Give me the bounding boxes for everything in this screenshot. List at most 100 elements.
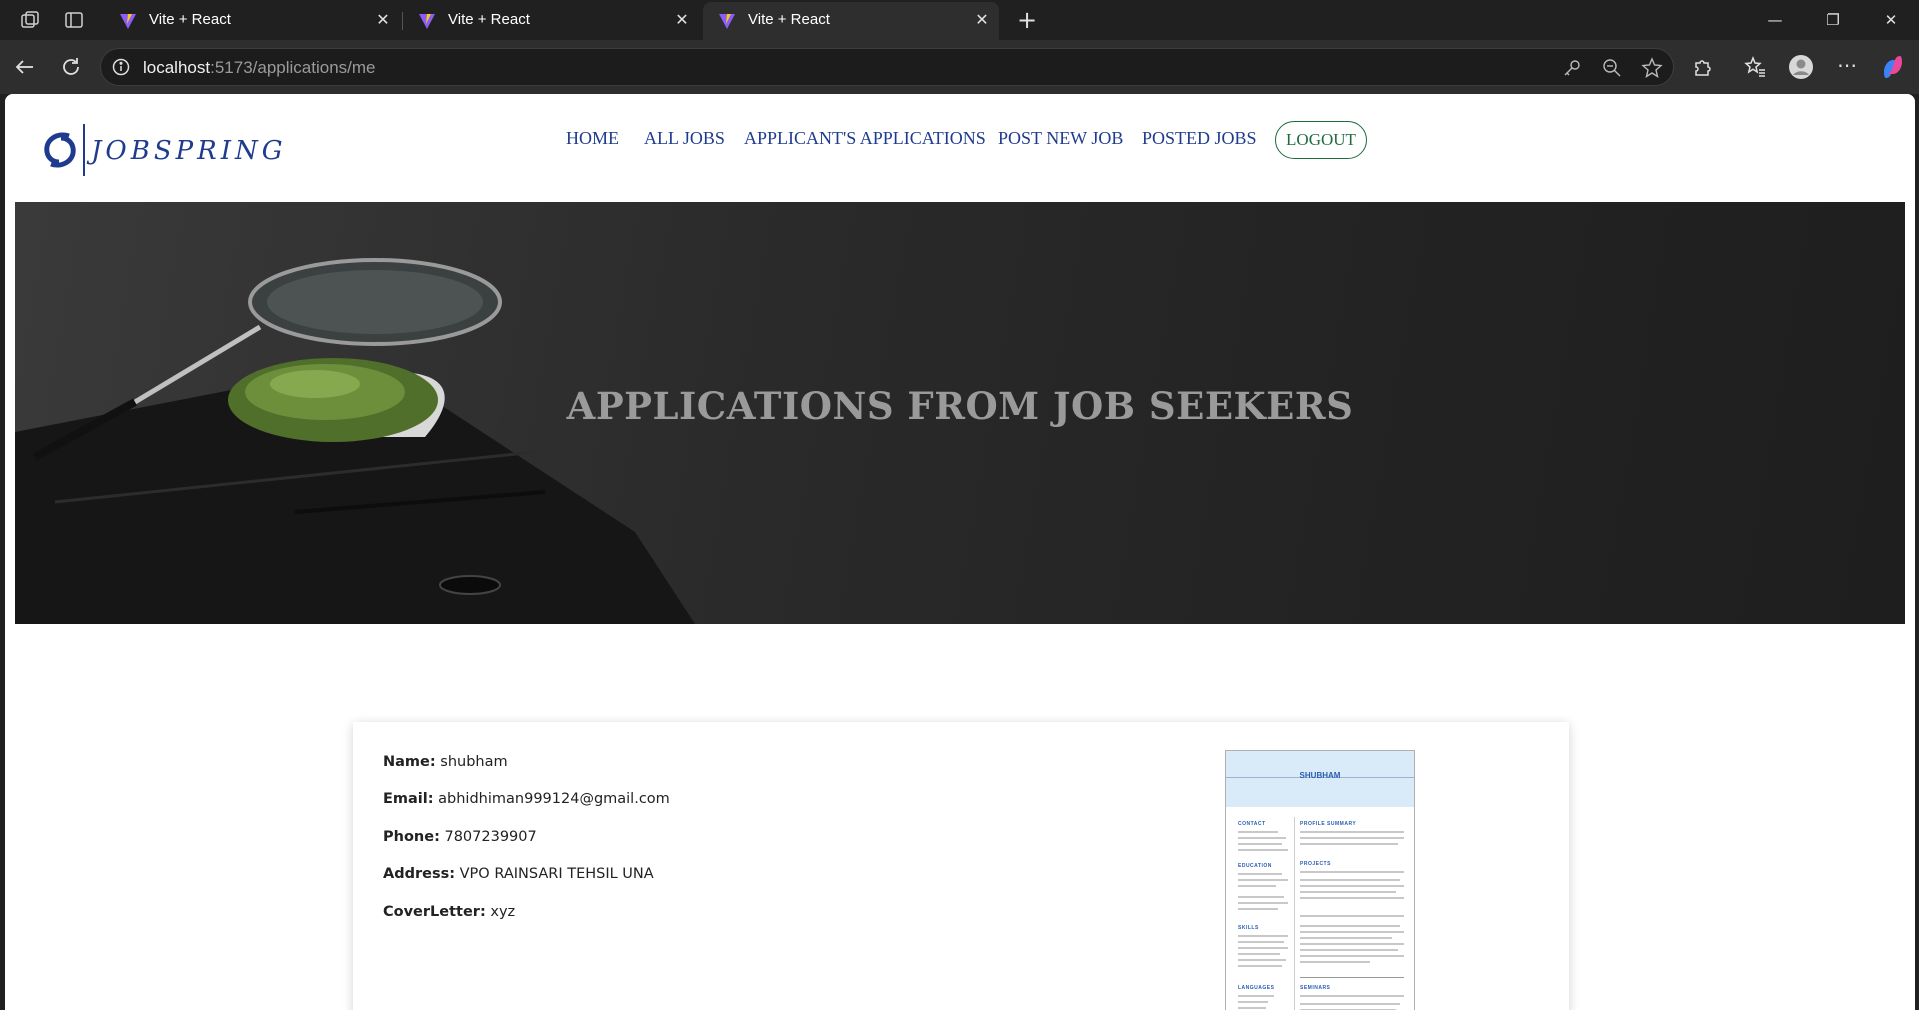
resume-text-line xyxy=(1300,925,1400,927)
resume-text-line xyxy=(1238,896,1284,898)
profile-avatar-icon[interactable] xyxy=(1788,54,1814,80)
address-bar[interactable]: localhost:5173/applications/me xyxy=(100,48,1674,86)
jobspring-logo-icon xyxy=(44,132,76,168)
back-icon[interactable] xyxy=(11,53,39,81)
logo-divider xyxy=(83,124,85,176)
resume-text-line xyxy=(1238,902,1288,904)
zoom-out-icon[interactable] xyxy=(1601,57,1623,79)
url-text[interactable]: localhost:5173/applications/me xyxy=(143,58,376,78)
nav-home[interactable]: HOME xyxy=(566,128,619,149)
resume-text-line xyxy=(1238,873,1282,875)
applicant-name: Name: shubham xyxy=(383,754,508,770)
resume-section-skills: SKILLS xyxy=(1238,925,1259,931)
hero-title: APPLICATIONS FROM JOB SEEKERS xyxy=(566,384,1354,428)
resume-section-contact: CONTACT xyxy=(1238,821,1266,827)
resume-text-line xyxy=(1300,879,1400,881)
site-info-icon[interactable] xyxy=(111,57,131,77)
close-window-button[interactable]: ✕ xyxy=(1868,6,1914,34)
favorites-icon[interactable] xyxy=(1742,54,1768,80)
resume-text-line xyxy=(1238,843,1282,845)
resume-text-line xyxy=(1238,837,1286,839)
browser-tab[interactable]: Vite + React ✕ xyxy=(403,2,699,40)
tab-title: Vite + React xyxy=(748,11,830,28)
resume-text-line xyxy=(1238,959,1286,961)
nav-post-new-job[interactable]: POST NEW JOB xyxy=(998,128,1123,149)
resume-text-line xyxy=(1300,931,1404,933)
resume-text-line xyxy=(1238,947,1288,949)
resume-text-line xyxy=(1238,879,1288,881)
browser-titlebar: Vite + React ✕ Vite + React ✕ Vite + Rea… xyxy=(0,0,1919,40)
minimize-button[interactable]: — xyxy=(1752,6,1798,34)
resume-text-line xyxy=(1238,908,1278,910)
resume-text-line xyxy=(1300,885,1404,887)
resume-text-line xyxy=(1238,885,1276,887)
favorite-star-icon[interactable] xyxy=(1641,57,1663,79)
vertical-tabs-icon[interactable] xyxy=(63,9,85,31)
resume-section-projects: PROJECTS xyxy=(1300,861,1331,867)
resume-text-line xyxy=(1300,995,1404,997)
reload-icon[interactable] xyxy=(57,53,85,81)
copilot-icon[interactable] xyxy=(1880,54,1906,80)
resume-text-line xyxy=(1300,943,1404,945)
resume-text-line xyxy=(1238,941,1284,943)
resume-preview[interactable]: SHUBHAM CONTACT EDUCATION SKILLS LANGUAG… xyxy=(1225,750,1415,1010)
resume-text-line xyxy=(1300,949,1398,951)
applicant-phone: Phone: 7807239907 xyxy=(383,829,537,845)
nav-all-jobs[interactable]: ALL JOBS xyxy=(644,128,725,149)
resume-text-line xyxy=(1238,953,1280,955)
nav-posted-jobs[interactable]: POSTED JOBS xyxy=(1142,128,1257,149)
close-tab-icon[interactable]: ✕ xyxy=(671,10,693,32)
tab-title: Vite + React xyxy=(448,11,530,28)
more-options-icon[interactable]: ⋯ xyxy=(1834,54,1860,80)
applicant-email: Email: abhidhiman999124@gmail.com xyxy=(383,791,670,807)
tab-title: Vite + React xyxy=(149,11,231,28)
resume-text-line xyxy=(1238,831,1278,833)
extensions-icon[interactable] xyxy=(1690,54,1716,80)
resume-text-line xyxy=(1238,1001,1268,1003)
site-header: JOBSPRING HOME ALL JOBS APPLICANT'S APPL… xyxy=(5,94,1915,202)
close-tab-icon[interactable]: ✕ xyxy=(372,10,394,32)
page-viewport: JOBSPRING HOME ALL JOBS APPLICANT'S APPL… xyxy=(5,94,1915,1010)
hero-banner: APPLICATIONS FROM JOB SEEKERS xyxy=(15,202,1905,624)
browser-tab-active[interactable]: Vite + React ✕ xyxy=(703,2,999,40)
resume-text-line xyxy=(1300,891,1396,893)
logout-button[interactable]: LOGOUT xyxy=(1275,121,1367,159)
resume-text-line xyxy=(1238,995,1274,997)
resume-text-line xyxy=(1238,849,1288,851)
logo-wordmark: JOBSPRING xyxy=(91,136,287,166)
restore-button[interactable]: ❐ xyxy=(1810,6,1856,34)
resume-text-line xyxy=(1238,965,1282,967)
resume-section-seminars: SEMINARS xyxy=(1300,985,1331,991)
browser-tab[interactable]: Vite + React ✕ xyxy=(104,2,400,40)
resume-text-line xyxy=(1238,1007,1266,1009)
new-tab-button[interactable]: + xyxy=(1012,6,1042,36)
applicant-cover-letter: CoverLetter: xyz xyxy=(383,904,516,920)
browser-toolbar: localhost:5173/applications/me ⋯ xyxy=(0,40,1919,94)
resume-text-line xyxy=(1300,915,1404,917)
vite-icon xyxy=(719,14,735,29)
resume-text-line xyxy=(1238,935,1288,937)
resume-text-line xyxy=(1300,937,1392,939)
resume-section-profile-summary: PROFILE SUMMARY xyxy=(1300,821,1357,827)
resume-text-line xyxy=(1300,955,1404,957)
resume-text-line xyxy=(1300,961,1370,963)
applicant-address: Address: VPO RAINSARI TEHSIL UNA xyxy=(383,866,654,882)
resume-section-languages: LANGUAGES xyxy=(1238,985,1275,991)
key-icon[interactable] xyxy=(1561,57,1583,79)
resume-text-line xyxy=(1300,1003,1400,1005)
resume-text-line xyxy=(1300,843,1398,845)
resume-text-line xyxy=(1300,837,1404,839)
resume-text-line xyxy=(1300,831,1404,833)
vite-icon xyxy=(419,14,435,29)
nav-applicants-applications[interactable]: APPLICANT'S APPLICATIONS xyxy=(744,128,986,149)
resume-column-divider xyxy=(1294,817,1295,1010)
vite-icon xyxy=(120,14,136,29)
resume-text-line xyxy=(1300,871,1404,873)
workspaces-icon[interactable] xyxy=(19,9,41,31)
resume-rule xyxy=(1300,977,1404,978)
site-logo[interactable]: JOBSPRING xyxy=(41,122,283,176)
application-card: Name: shubham Email: abhidhiman999124@gm… xyxy=(353,722,1569,1010)
resume-section-education: EDUCATION xyxy=(1238,863,1272,869)
resume-text-line xyxy=(1300,897,1404,899)
close-tab-icon[interactable]: ✕ xyxy=(971,10,993,32)
